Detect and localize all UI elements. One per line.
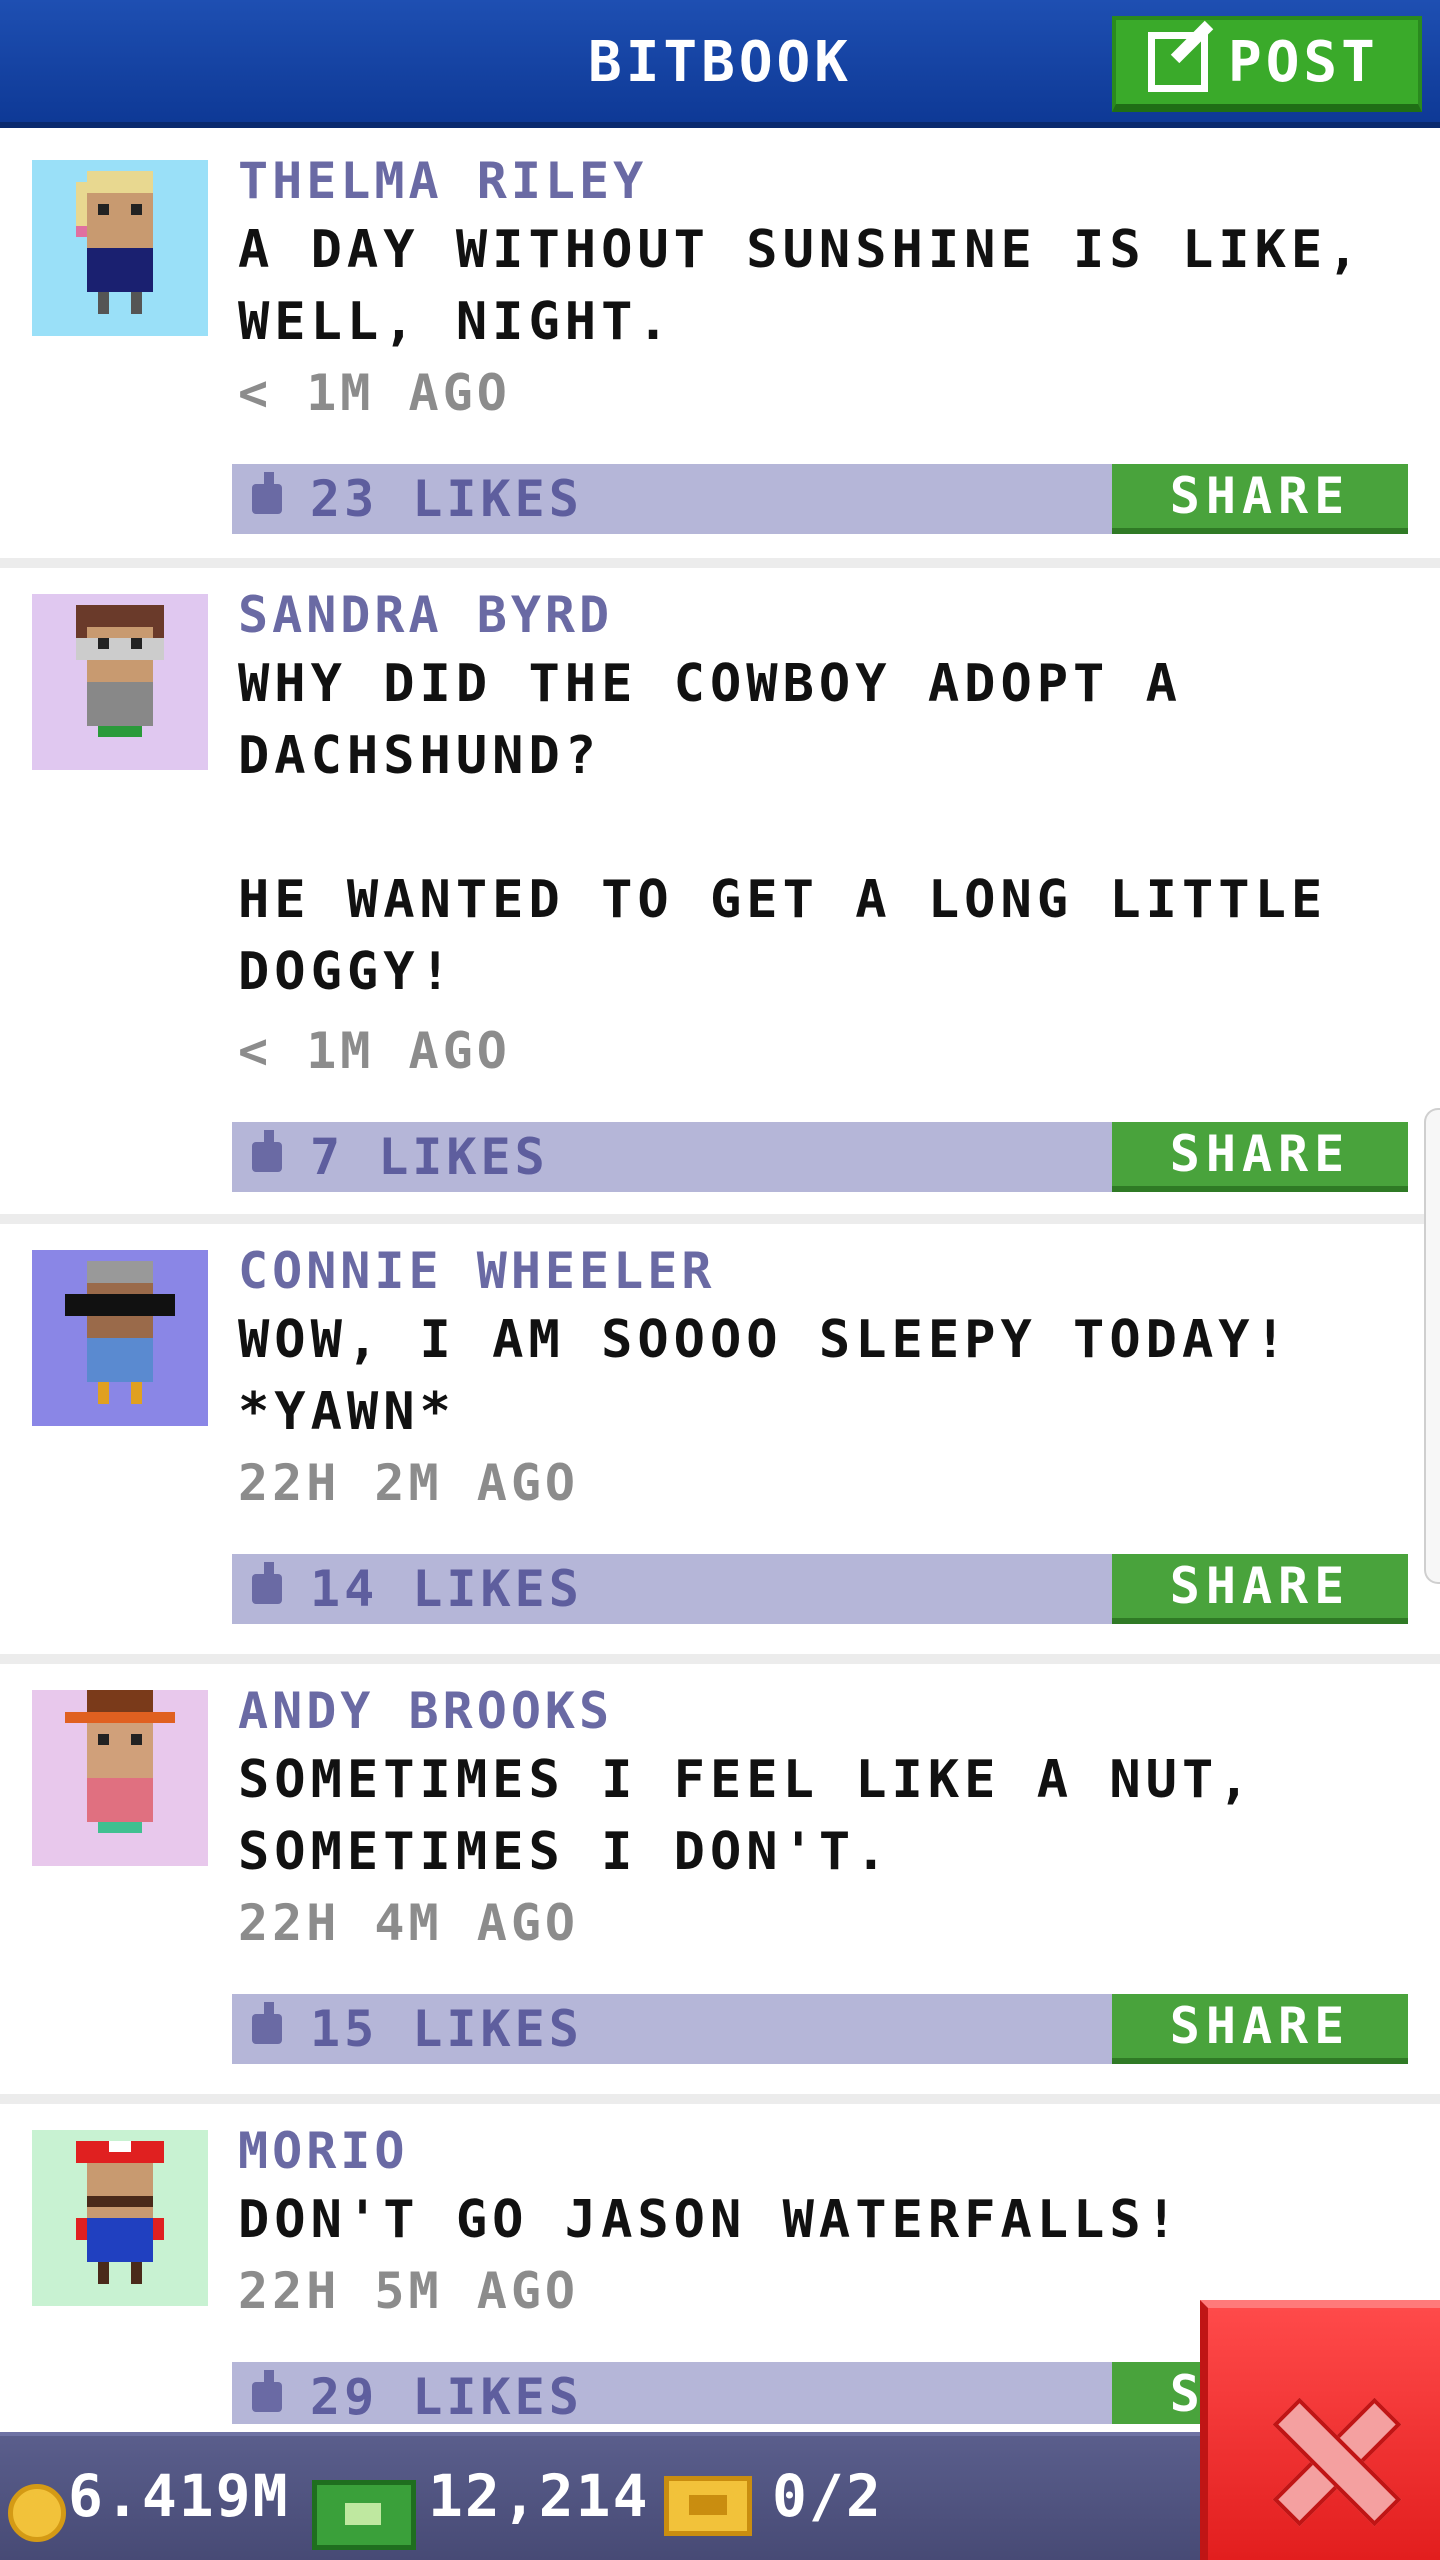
like-count: 14 LIKES	[310, 1560, 583, 1618]
coin-icon	[8, 2484, 66, 2542]
post-time: < 1M AGO	[238, 364, 511, 422]
app-header: BITBOOK POST	[0, 0, 1440, 128]
avatar[interactable]	[32, 2130, 208, 2306]
avatar[interactable]	[32, 160, 208, 336]
like-count: 29 LIKES	[310, 2368, 583, 2424]
share-button[interactable]: SHARE	[1112, 464, 1408, 534]
share-button[interactable]: SHARE	[1112, 1554, 1408, 1624]
close-icon	[1272, 2398, 1392, 2518]
feed-post: THELMA RILEY A DAY WITHOUT SUNSHINE IS L…	[0, 134, 1440, 564]
like-bar[interactable]: 14 LIKES SHARE	[232, 1554, 1408, 1624]
like-bar[interactable]: 15 LIKES SHARE	[232, 1994, 1408, 2064]
thumbs-up-icon	[252, 2370, 282, 2412]
divider	[0, 1654, 1440, 1664]
post-text: WHY DID THE COWBOY ADOPT A DACHSHUND? HE…	[238, 654, 1328, 1002]
avatar[interactable]	[32, 594, 208, 770]
post-time: < 1M AGO	[238, 1022, 511, 1080]
like-bar[interactable]: 23 LIKES SHARE	[232, 464, 1408, 534]
divider	[0, 1214, 1440, 1224]
post-text: SOMETIMES I FEEL LIKE A NUT, SOMETIMES I…	[238, 1750, 1255, 1882]
thumbs-up-icon	[252, 1562, 282, 1604]
post-text: A DAY WITHOUT SUNSHINE IS LIKE, WELL, NI…	[238, 220, 1364, 352]
feed-post: SANDRA BYRD WHY DID THE COWBOY ADOPT A D…	[0, 568, 1440, 1224]
thumbs-up-icon	[252, 1130, 282, 1172]
post-text: DON'T GO JASON WATERFALLS!	[238, 2190, 1182, 2250]
avatar[interactable]	[32, 1250, 208, 1426]
share-button[interactable]: SHARE	[1112, 1122, 1408, 1192]
post-time: 22H 4M AGO	[238, 1894, 580, 1952]
post-author[interactable]: ANDY BROOKS	[238, 1682, 613, 1740]
thumbs-up-icon	[252, 472, 282, 514]
ticket-count: 0/2	[772, 2462, 883, 2530]
feed-post: CONNIE WHEELER WOW, I AM SOOOO SLEEPY TO…	[0, 1224, 1440, 1654]
post-button[interactable]: POST	[1112, 16, 1422, 112]
ticket-icon	[664, 2476, 752, 2536]
post-author[interactable]: CONNIE WHEELER	[238, 1242, 715, 1300]
divider	[0, 558, 1440, 568]
close-button[interactable]	[1200, 2300, 1440, 2560]
cash-count: 12,214	[428, 2462, 650, 2530]
feed[interactable]: THELMA RILEY A DAY WITHOUT SUNSHINE IS L…	[0, 134, 1440, 2424]
edit-icon	[1148, 32, 1208, 92]
feed-post: ANDY BROOKS SOMETIMES I FEEL LIKE A NUT,…	[0, 1664, 1440, 2094]
scroll-indicator[interactable]	[1424, 1108, 1440, 1584]
coin-count: 6.419M	[68, 2462, 290, 2530]
like-count: 15 LIKES	[310, 2000, 583, 2058]
post-text: WOW, I AM SOOOO SLEEPY TODAY! *YAWN*	[238, 1310, 1291, 1442]
post-button-label: POST	[1228, 29, 1379, 95]
like-bar[interactable]: 7 LIKES SHARE	[232, 1122, 1408, 1192]
thumbs-up-icon	[252, 2002, 282, 2044]
post-time: 22H 2M AGO	[238, 1454, 580, 1512]
like-count: 23 LIKES	[310, 470, 583, 528]
post-author[interactable]: SANDRA BYRD	[238, 586, 613, 644]
share-button[interactable]: SHARE	[1112, 1994, 1408, 2064]
like-count: 7 LIKES	[310, 1128, 549, 1186]
cash-icon	[312, 2480, 416, 2550]
divider	[0, 2094, 1440, 2104]
post-time: 22H 5M AGO	[238, 2262, 580, 2320]
avatar[interactable]	[32, 1690, 208, 1866]
post-author[interactable]: THELMA RILEY	[238, 152, 647, 210]
post-author[interactable]: MORIO	[238, 2122, 409, 2180]
